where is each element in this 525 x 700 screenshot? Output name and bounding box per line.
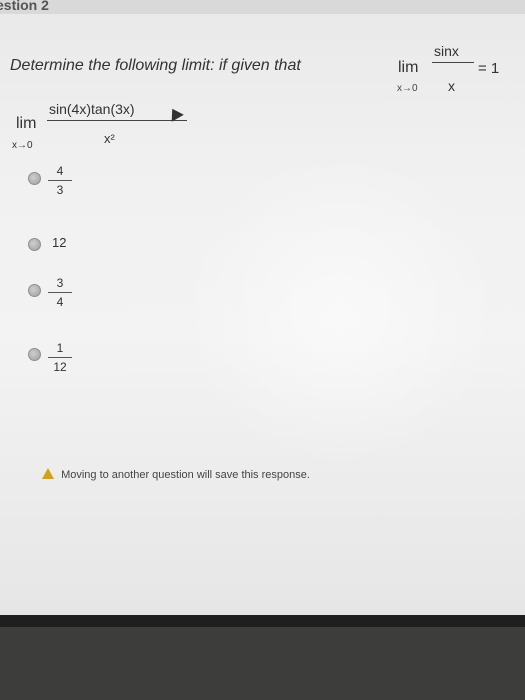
question-header: [0, 0, 525, 14]
radio-button[interactable]: [28, 284, 41, 297]
expr-lim-text: lim: [16, 115, 37, 132]
fraction-bar: [432, 62, 474, 63]
screen-glare: [180, 150, 500, 470]
option-denominator: 3: [56, 183, 64, 197]
expr-numerator: sin(4x)tan(3x): [49, 101, 135, 117]
given-equals: = 1: [478, 60, 500, 77]
given-denominator: x: [448, 78, 455, 94]
option-numerator: 3: [56, 276, 64, 290]
warning-icon: [42, 468, 54, 479]
option-fraction: 3 4: [48, 276, 72, 309]
radio-button[interactable]: [28, 172, 41, 185]
fraction-bar: [48, 180, 72, 181]
fraction-bar: [48, 357, 72, 358]
question-title: estion 2: [0, 0, 49, 13]
fraction-bar: [48, 292, 72, 293]
expr-denominator: x²: [104, 131, 115, 146]
monitor-edge: [0, 615, 525, 627]
limit-expression: lim x→0 sin(4x)tan(3x) x²: [12, 98, 212, 158]
option-fraction: 4 3: [48, 164, 72, 197]
question-prompt: Determine the following limit: if given …: [10, 57, 301, 74]
screen: estion 2 Determine the following limit: …: [0, 0, 525, 615]
warning-text: Moving to another question will save thi…: [61, 469, 310, 481]
monitor-bezel: [0, 615, 525, 700]
radio-button[interactable]: [28, 348, 41, 361]
given-lim-subscript: x→0: [397, 83, 418, 94]
expr-lim-subscript: x→0: [12, 140, 33, 151]
option-denominator: 12: [53, 360, 67, 374]
fraction-bar: [47, 120, 187, 121]
given-limit: lim x→0 sinx x = 1: [397, 40, 523, 102]
save-warning: Moving to another question will save thi…: [42, 468, 310, 481]
option-numerator: 1: [56, 341, 64, 355]
option-value: 12: [52, 235, 67, 250]
given-numerator: sinx: [434, 43, 459, 59]
option-fraction: 1 12: [48, 341, 72, 374]
option-numerator: 4: [56, 164, 64, 178]
radio-button[interactable]: [28, 238, 41, 251]
option-denominator: 4: [56, 295, 64, 309]
given-lim-text: lim: [398, 59, 419, 76]
